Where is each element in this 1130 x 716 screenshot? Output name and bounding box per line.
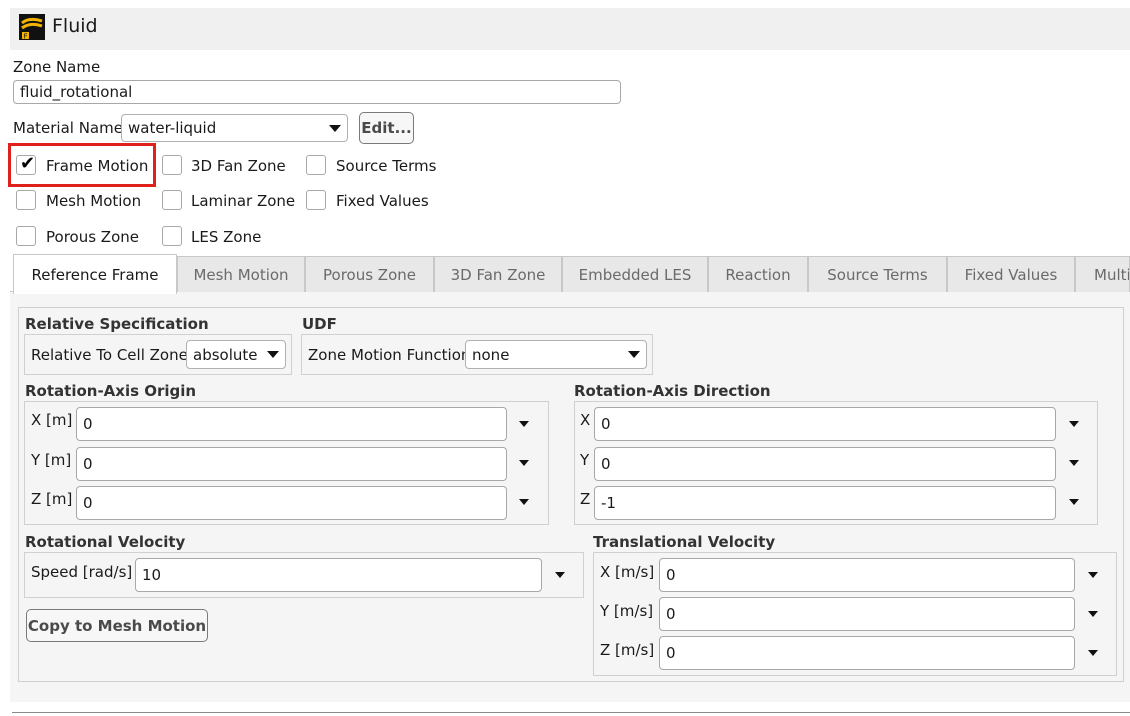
zone-name-label: Zone Name bbox=[13, 58, 101, 76]
edit-material-button[interactable]: Edit... bbox=[359, 112, 414, 144]
material-name-label: Material Name bbox=[13, 119, 123, 137]
porous-zone-checkbox[interactable] bbox=[16, 226, 36, 246]
zone-motion-function-dropdown[interactable]: none bbox=[465, 340, 647, 369]
material-name-value: water-liquid bbox=[128, 119, 217, 137]
origin-y-dropdown-icon[interactable] bbox=[519, 460, 529, 466]
speed-dropdown-icon[interactable] bbox=[555, 572, 565, 578]
trans-x-dropdown-icon[interactable] bbox=[1088, 572, 1098, 578]
axis-direction-title: Rotation-Axis Direction bbox=[574, 382, 771, 400]
origin-z-input[interactable]: 0 bbox=[76, 486, 507, 520]
direction-x-input[interactable]: 0 bbox=[594, 407, 1056, 441]
trans-y-input[interactable]: 0 bbox=[659, 597, 1075, 631]
relative-spec-title: Relative Specification bbox=[25, 315, 209, 333]
les-zone-checkbox[interactable] bbox=[162, 226, 182, 246]
fluent-app-icon: F bbox=[19, 14, 45, 40]
tab-3d-fan-zone[interactable]: 3D Fan Zone bbox=[434, 256, 562, 292]
zone-motion-function-label: Zone Motion Function bbox=[308, 346, 471, 364]
window-title: Fluid bbox=[52, 15, 98, 37]
direction-x-dropdown-icon[interactable] bbox=[1069, 421, 1079, 427]
fan-zone-checkbox[interactable] bbox=[162, 155, 182, 175]
material-name-dropdown[interactable]: water-liquid bbox=[121, 114, 348, 142]
trans-x-label: X [m/s] bbox=[600, 563, 655, 581]
direction-z-dropdown-icon[interactable] bbox=[1069, 499, 1079, 505]
rotational-velocity-title: Rotational Velocity bbox=[25, 533, 186, 551]
fan-zone-label: 3D Fan Zone bbox=[191, 157, 286, 175]
trans-y-label: Y [m/s] bbox=[600, 602, 654, 620]
mesh-motion-label: Mesh Motion bbox=[46, 192, 142, 210]
origin-x-dropdown-icon[interactable] bbox=[519, 421, 529, 427]
relative-cell-zone-value: absolute bbox=[193, 345, 258, 364]
zone-motion-function-value: none bbox=[472, 345, 510, 364]
tab-source-terms[interactable]: Source Terms bbox=[808, 256, 947, 292]
speed-label: Speed [rad/s] bbox=[31, 563, 133, 581]
origin-y-label: Y [m] bbox=[31, 451, 72, 469]
chevron-down-icon bbox=[267, 351, 279, 358]
direction-y-dropdown-icon[interactable] bbox=[1069, 460, 1079, 466]
relative-cell-zone-label: Relative To Cell Zone bbox=[31, 346, 188, 364]
translational-velocity-title: Translational Velocity bbox=[593, 533, 776, 551]
laminar-zone-checkbox[interactable] bbox=[162, 190, 182, 210]
relative-cell-zone-dropdown[interactable]: absolute bbox=[186, 340, 286, 369]
tab-mesh-motion[interactable]: Mesh Motion bbox=[177, 256, 305, 292]
origin-y-input[interactable]: 0 bbox=[76, 447, 507, 481]
origin-z-label: Z [m] bbox=[31, 490, 73, 508]
udf-title: UDF bbox=[302, 315, 337, 333]
frame-motion-label: Frame Motion bbox=[46, 157, 149, 175]
tab-reference-frame[interactable]: Reference Frame bbox=[13, 254, 177, 294]
trans-z-label: Z [m/s] bbox=[600, 641, 655, 659]
tab-reaction[interactable]: Reaction bbox=[708, 256, 808, 292]
origin-z-dropdown-icon[interactable] bbox=[519, 499, 529, 505]
trans-y-dropdown-icon[interactable] bbox=[1088, 611, 1098, 617]
mesh-motion-checkbox[interactable] bbox=[16, 190, 36, 210]
tab-porous-zone[interactable]: Porous Zone bbox=[305, 256, 434, 292]
les-zone-label: LES Zone bbox=[191, 228, 262, 246]
laminar-zone-label: Laminar Zone bbox=[191, 192, 296, 210]
chevron-down-icon bbox=[628, 351, 640, 358]
tab-embedded-les[interactable]: Embedded LES bbox=[562, 256, 708, 292]
trans-z-input[interactable]: 0 bbox=[659, 636, 1075, 670]
direction-y-label: Y bbox=[580, 451, 590, 469]
source-terms-checkbox[interactable] bbox=[306, 155, 326, 175]
copy-to-mesh-motion-button[interactable]: Copy to Mesh Motion bbox=[26, 609, 208, 642]
porous-zone-label: Porous Zone bbox=[46, 228, 139, 246]
trans-x-input[interactable]: 0 bbox=[659, 558, 1075, 592]
trans-z-dropdown-icon[interactable] bbox=[1088, 650, 1098, 656]
tab-multiphase[interactable]: Multi bbox=[1075, 256, 1130, 292]
frame-motion-checkbox[interactable]: ✔ bbox=[16, 153, 36, 175]
fixed-values-label: Fixed Values bbox=[336, 192, 429, 210]
checkmark-icon: ✔ bbox=[20, 153, 36, 174]
direction-z-label: Z bbox=[580, 490, 591, 508]
origin-x-input[interactable]: 0 bbox=[76, 407, 507, 441]
title-bar bbox=[10, 8, 1130, 50]
direction-x-label: X bbox=[580, 411, 591, 429]
bottom-divider bbox=[12, 712, 1130, 713]
chevron-down-icon bbox=[329, 124, 341, 132]
zone-name-input[interactable]: fluid_rotational bbox=[13, 80, 621, 104]
source-terms-label: Source Terms bbox=[336, 157, 437, 175]
svg-text:F: F bbox=[24, 33, 28, 41]
tab-fixed-values[interactable]: Fixed Values bbox=[947, 256, 1075, 292]
speed-input[interactable]: 10 bbox=[135, 558, 542, 592]
axis-origin-title: Rotation-Axis Origin bbox=[25, 382, 197, 400]
origin-x-label: X [m] bbox=[31, 411, 73, 429]
direction-z-input[interactable]: -1 bbox=[594, 486, 1056, 520]
fixed-values-checkbox[interactable] bbox=[306, 190, 326, 210]
direction-y-input[interactable]: 0 bbox=[594, 447, 1056, 481]
